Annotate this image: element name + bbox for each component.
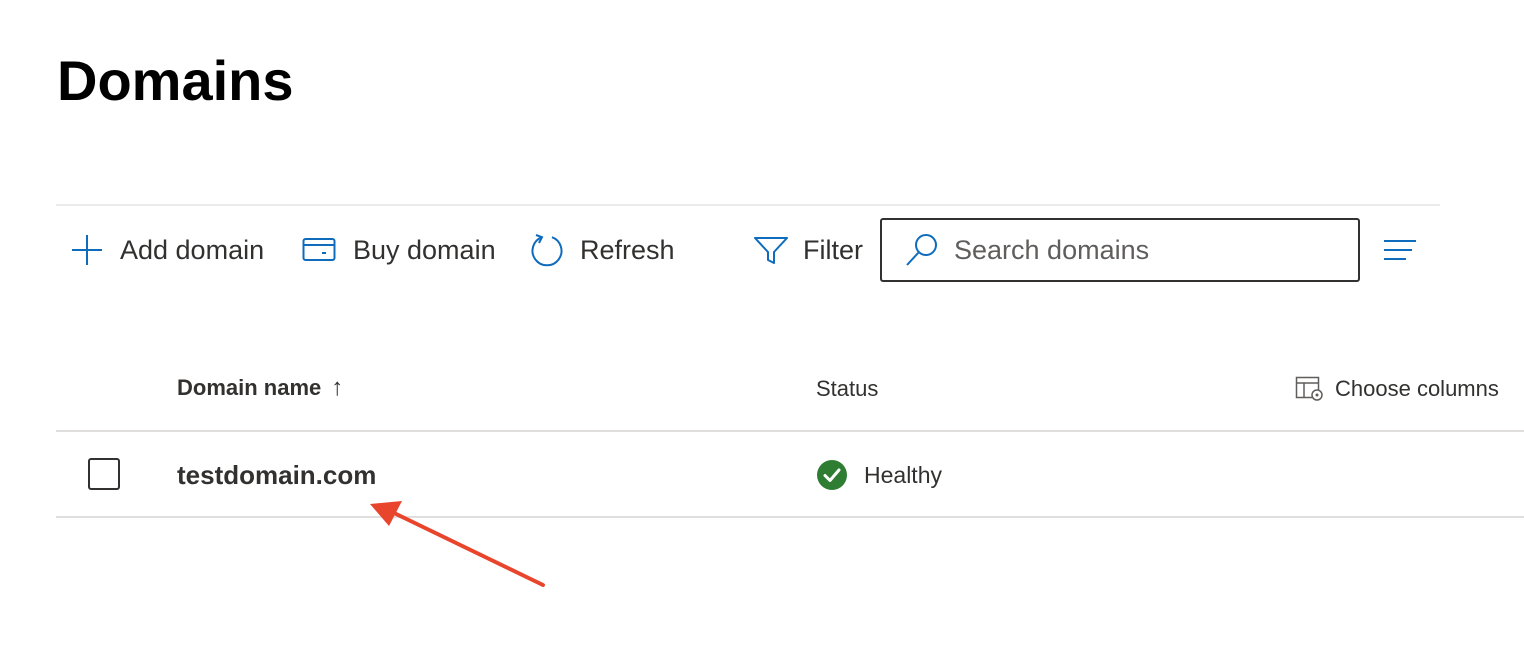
refresh-label: Refresh (580, 234, 675, 265)
column-header-domain-name-label: Domain name (177, 375, 322, 400)
choose-columns-label: Choose columns (1335, 376, 1499, 401)
search-icon (904, 232, 940, 268)
refresh-button[interactable]: Refresh (530, 230, 675, 270)
column-settings-icon (1295, 376, 1325, 402)
status-cell: Healthy (816, 458, 942, 492)
column-header-domain-name[interactable]: Domain name ↑ (177, 374, 343, 402)
page-title: Domains (57, 49, 294, 112)
status-label: Healthy (864, 461, 942, 488)
lines-icon (1382, 238, 1418, 262)
sort-ascending-icon: ↑ (331, 374, 344, 401)
filter-button[interactable]: Filter (753, 230, 863, 270)
search-input[interactable] (954, 230, 1334, 270)
column-header-status[interactable]: Status (816, 376, 878, 402)
filter-label: Filter (803, 234, 863, 265)
choose-columns-button[interactable]: Choose columns (1295, 376, 1499, 402)
refresh-icon (530, 233, 564, 267)
plus-icon (70, 233, 104, 267)
check-circle-icon (816, 459, 848, 491)
buy-domain-label: Buy domain (353, 234, 496, 265)
buy-domain-button[interactable]: Buy domain (302, 230, 496, 270)
add-domain-button[interactable]: Add domain (70, 230, 264, 270)
view-options-button[interactable] (1382, 230, 1418, 270)
column-header-status-label: Status (816, 376, 879, 401)
row-checkbox[interactable] (88, 458, 120, 490)
toolbar-divider (56, 204, 1440, 206)
card-icon (302, 237, 336, 263)
header-divider (56, 430, 1524, 432)
add-domain-label: Add domain (120, 234, 265, 265)
search-box[interactable] (880, 218, 1360, 282)
filter-icon (753, 233, 789, 267)
row-divider (56, 516, 1524, 518)
domain-name-link[interactable]: testdomain.com (177, 458, 376, 492)
